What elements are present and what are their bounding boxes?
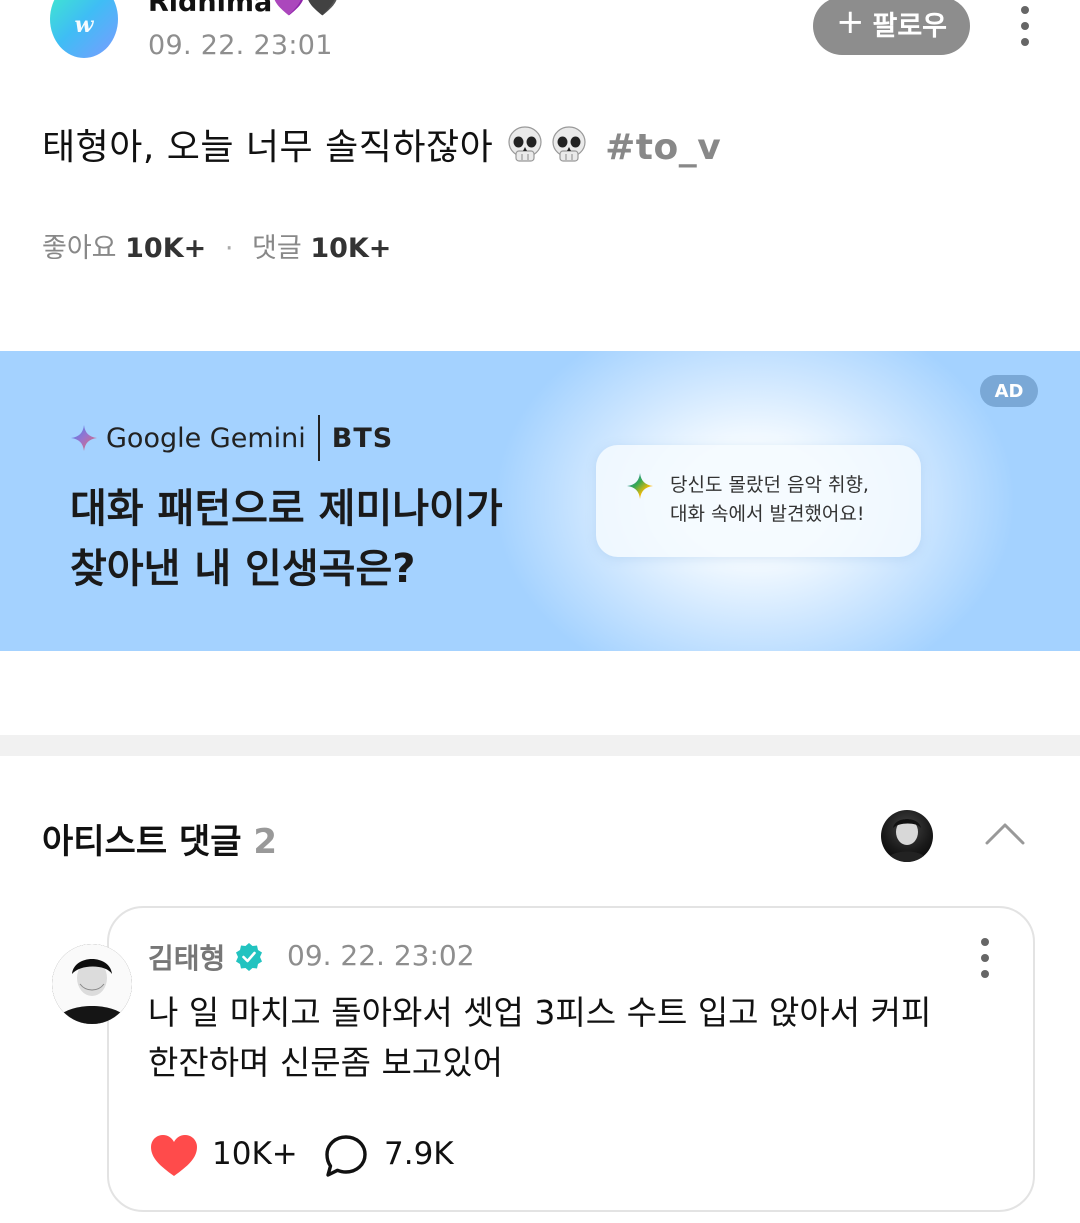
ad-bubble-text: 당신도 몰랐던 음악 취향, 대화 속에서 발견했어요! [670, 471, 869, 529]
ad-headline-line2: 찾아낸 내 인생곡은? [70, 546, 416, 592]
ad-bubble-line1: 당신도 몰랐던 음악 취향, [670, 474, 869, 496]
more-options-icon[interactable] [1010, 6, 1040, 46]
hashtag-link[interactable]: #to_v [605, 127, 721, 168]
comment-text: 나 일 마치고 돌아와서 셋업 3피스 수트 입고 앉아서 커피 한잔하며 신문… [148, 988, 931, 1088]
ad-banner[interactable]: AD Google Gemini BTS 대화 패턴으로 제미나이가 찾아낸 내… [0, 351, 1080, 651]
follow-button[interactable]: + 팔로우 [813, 0, 970, 55]
comments-count[interactable]: 10K+ [310, 233, 391, 264]
gemini-sparkle-icon [71, 425, 97, 451]
likes-label: 좋아요 [42, 233, 117, 264]
author-name[interactable]: Ridnima💜🖤 [148, 0, 339, 18]
ad-headline: 대화 패턴으로 제미나이가 찾아낸 내 인생곡은? [70, 479, 503, 599]
author-avatar[interactable]: w [50, 0, 118, 58]
comment-author-name[interactable]: 김태형 [148, 937, 225, 977]
artist-comments-count: 2 [253, 822, 278, 862]
avatar-letter: w [74, 12, 94, 38]
comment-text-line1: 나 일 마치고 돌아와서 셋업 3피스 수트 입고 앉아서 커피 [148, 993, 932, 1032]
person-silhouette-icon [885, 819, 929, 862]
follow-label: 팔로우 [872, 10, 948, 42]
comment-text-line2: 한잔하며 신문좀 보고있어 [148, 1043, 503, 1082]
section-divider [0, 735, 1080, 756]
ad-badge: AD [980, 375, 1038, 407]
ad-partner: BTS [331, 422, 394, 454]
stats-separator: · [224, 233, 234, 264]
username-text: Ridnima [148, 0, 273, 18]
post-text: 태형아, 오늘 너무 솔직하잖아 [42, 127, 494, 168]
post-timestamp: 09. 22. 23:01 [148, 30, 333, 61]
comment-bubble-icon[interactable] [324, 1134, 368, 1178]
ad-headline-line1: 대화 패턴으로 제미나이가 [70, 486, 503, 532]
comment-like-count: 10K+ [212, 1136, 298, 1172]
purple-heart-emoji: 💜 [272, 0, 306, 18]
skull-icon [552, 126, 586, 162]
plus-icon: + [835, 2, 865, 42]
black-heart-emoji: 🖤 [305, 0, 340, 18]
ad-brand: Google Gemini BTS [70, 415, 393, 461]
ad-bubble-line2: 대화 속에서 발견했어요! [670, 503, 865, 525]
verified-badge-icon [236, 943, 262, 971]
artist-comments-title: 아티스트 댓글 2 [42, 814, 277, 863]
ad-chat-bubble: 당신도 몰랐던 음악 취향, 대화 속에서 발견했어요! [596, 445, 921, 557]
brand-divider [317, 415, 320, 461]
post-stats: 좋아요 10K+ · 댓글 10K+ [42, 226, 391, 265]
likes-count: 10K+ [125, 233, 207, 264]
comment-timestamp: 09. 22. 23:02 [287, 939, 475, 972]
chevron-up-icon[interactable] [985, 820, 1025, 846]
person-silhouette-icon [52, 944, 132, 1024]
heart-icon[interactable] [150, 1134, 198, 1178]
comment-reply-count: 7.9K [384, 1136, 454, 1172]
post-body: 태형아, 오늘 너무 솔직하잖아 #to_v [42, 118, 721, 170]
comments-label[interactable]: 댓글 [252, 233, 302, 264]
ad-brand-name: Google Gemini [106, 422, 306, 454]
gemini-sparkle-icon [627, 473, 653, 499]
artist-comments-label: 아티스트 댓글 [42, 822, 242, 862]
artist-mini-avatar[interactable] [881, 810, 933, 862]
skull-icon [508, 126, 542, 162]
comment-more-options-icon[interactable] [970, 938, 1000, 978]
comment-author-avatar[interactable] [52, 944, 132, 1024]
